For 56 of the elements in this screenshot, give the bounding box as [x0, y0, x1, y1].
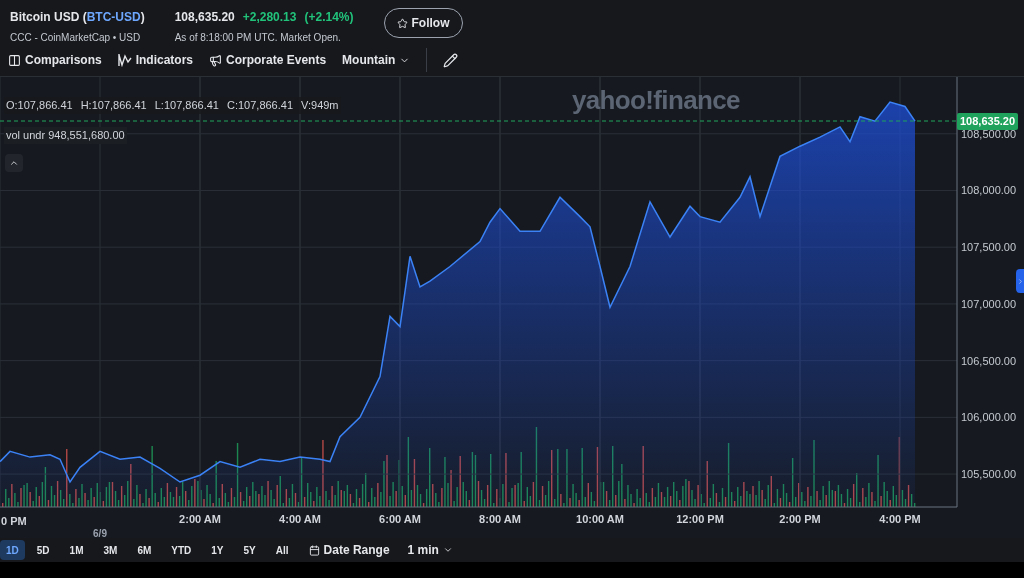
x-tick-label: 2:00 AM — [179, 513, 221, 525]
x-tick-label: 4:00 PM — [879, 513, 921, 525]
chart-type-dropdown[interactable]: Mountain — [342, 51, 411, 69]
ohlc-value: H:107,866.41 — [80, 98, 147, 113]
price-change: +2,280.13 — [242, 9, 297, 26]
ohlc-value: V:949m — [301, 98, 339, 113]
ohlc-value: O:107,866.41 — [6, 98, 73, 113]
megaphone-icon — [209, 53, 223, 67]
y-tick-label: 105,500.00 — [961, 468, 1017, 481]
side-panel-toggle[interactable] — [1016, 269, 1024, 293]
price: 108,635.20 — [174, 9, 235, 26]
y-tick-label: 107,000.00 — [961, 297, 1017, 310]
x-tick-label: 10:00 AM — [576, 513, 624, 525]
chevron-up-icon — [9, 158, 19, 168]
toolbar-button[interactable]: Indicators — [117, 51, 194, 69]
indicator-icon — [117, 53, 132, 67]
market-status: As of 8:18:00 PM UTC. Market Open. — [174, 31, 342, 45]
current-price-tag: 108,635.20 — [957, 113, 1019, 130]
y-tick-label: 107,500.00 — [961, 241, 1017, 254]
x-tick-label: 2:00 PM — [779, 513, 821, 525]
date-range-button[interactable]: Date Range — [308, 541, 390, 559]
quote-title: Bitcoin USD (BTC-USD) — [10, 9, 145, 26]
x-tick-label: 12:00 PM — [676, 513, 724, 525]
range-tab[interactable]: 5Y — [235, 540, 264, 560]
date-label: 6/9 — [93, 528, 107, 539]
range-tab[interactable]: 3M — [95, 540, 126, 560]
y-tick-label: 108,000.00 — [961, 184, 1017, 197]
x-axis-edge-label: 0 PM — [1, 514, 27, 529]
range-tab[interactable]: 1Y — [203, 540, 232, 560]
x-tick-label: 4:00 AM — [279, 513, 321, 525]
volume-legend: vol undr 948,551,680.00 — [4, 127, 127, 144]
range-tab[interactable]: 1M — [61, 540, 92, 560]
pencil-icon[interactable] — [443, 52, 459, 68]
range-tab[interactable]: 1D — [0, 540, 25, 560]
y-tick-label: 108,500.00 — [961, 127, 1017, 140]
quote-source: CCC - CoinMarketCap • USD — [10, 31, 142, 45]
ohlc-value: L:107,866.41 — [154, 98, 219, 113]
price-change-percent: (+2.14%) — [304, 9, 354, 26]
range-tab[interactable]: 5D — [28, 540, 58, 560]
ohlc-value: C:107,866.41 — [226, 98, 294, 113]
collapse-button[interactable] — [5, 154, 23, 172]
range-tab[interactable]: YTD — [163, 540, 200, 560]
y-tick-label: 106,500.00 — [961, 354, 1017, 367]
calendar-icon — [308, 544, 320, 556]
chart-logo: yahoo!finance — [572, 84, 740, 117]
interval-dropdown[interactable]: 1 min — [407, 541, 453, 559]
x-tick-label: 8:00 AM — [479, 513, 521, 525]
star-icon — [396, 17, 408, 29]
range-tab[interactable]: All — [267, 540, 297, 560]
y-tick-label: 106,000.00 — [961, 411, 1017, 424]
x-tick-label: 6:00 AM — [379, 513, 421, 525]
chevron-right-icon — [1016, 277, 1024, 285]
range-tab[interactable]: 6M — [129, 540, 160, 560]
toolbar-button[interactable]: Comparisons — [8, 51, 102, 69]
toolbar-button[interactable]: Corporate Events — [209, 51, 327, 69]
chevron-down-icon — [442, 545, 453, 555]
